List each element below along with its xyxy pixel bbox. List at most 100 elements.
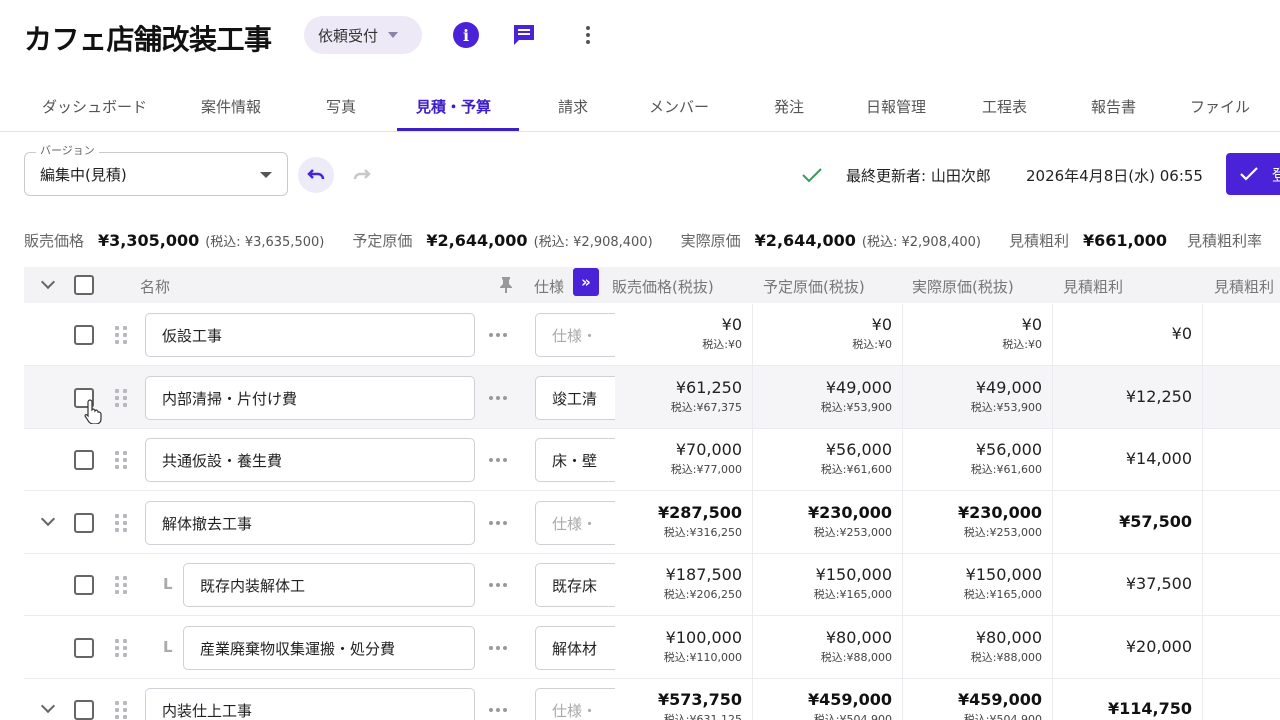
row-checkbox[interactable] (74, 450, 94, 470)
item-name-input[interactable]: 解体撤去工事 (145, 501, 475, 545)
profit-cell[interactable]: ¥20,000 (1052, 637, 1192, 656)
table-row[interactable]: ¥573,750 税込:¥631,125 ¥459,000 税込:¥504,90… (24, 679, 1280, 720)
actual-cell[interactable]: ¥80,000 税込:¥88,000 (902, 628, 1042, 665)
sales-cell[interactable]: ¥573,750 税込:¥631,125 (602, 690, 742, 720)
profit-cell[interactable]: ¥114,750 (1052, 699, 1192, 718)
planned-cell[interactable]: ¥56,000 税込:¥61,600 (752, 440, 892, 477)
spec-input[interactable]: 仕様・ (535, 688, 615, 720)
tab-schedule[interactable]: 工程表 (982, 96, 1027, 117)
sales-cell[interactable]: ¥100,000 税込:¥110,000 (602, 628, 742, 665)
drag-handle-icon[interactable] (115, 576, 127, 594)
more-horiz-icon[interactable] (489, 583, 507, 587)
status-dropdown[interactable]: 依頼受付 (304, 16, 422, 54)
sales-cell[interactable]: ¥0 税込:¥0 (602, 315, 742, 352)
select-all-checkbox[interactable] (74, 275, 94, 295)
profit-cell[interactable]: ¥0 (1052, 324, 1192, 343)
item-name-input[interactable]: 共通仮設・養生費 (145, 438, 475, 482)
drag-handle-icon[interactable] (115, 451, 127, 469)
drag-handle-icon[interactable] (115, 326, 127, 344)
chevron-down-icon[interactable] (40, 698, 56, 714)
sales-cell[interactable]: ¥187,500 税込:¥206,250 (602, 565, 742, 602)
planned-cell[interactable]: ¥0 税込:¥0 (752, 315, 892, 352)
actual-cell[interactable]: ¥0 税込:¥0 (902, 315, 1042, 352)
more-horiz-icon[interactable] (489, 521, 507, 525)
tab-daily-reports[interactable]: 日報管理 (866, 96, 926, 117)
row-checkbox[interactable] (74, 700, 94, 720)
actual-cell[interactable]: ¥459,000 税込:¥504,900 (902, 690, 1042, 720)
tab-billing[interactable]: 請求 (558, 96, 588, 117)
chat-icon[interactable] (511, 22, 537, 48)
more-horiz-icon[interactable] (489, 646, 507, 650)
last-updated-at: 2026年4月8日(水) 06:55 (1026, 167, 1203, 185)
more-vert-icon[interactable] (575, 22, 601, 48)
tab-orders[interactable]: 発注 (774, 96, 804, 117)
spec-input[interactable]: 既存床 (535, 563, 615, 607)
more-horiz-icon[interactable] (489, 458, 507, 462)
table-row[interactable]: ¥0 税込:¥0 ¥0 税込:¥0 ¥0 税込:¥0 ¥0 仮設工事 仕様・ (24, 304, 1280, 366)
row-checkbox[interactable] (74, 638, 94, 658)
row-checkbox[interactable] (74, 325, 94, 345)
expand-columns-button[interactable]: » (573, 268, 599, 296)
row-checkbox[interactable] (74, 513, 94, 533)
redo-button[interactable] (344, 157, 380, 193)
table-row[interactable]: ¥187,500 税込:¥206,250 ¥150,000 税込:¥165,00… (24, 554, 1280, 616)
tab-photos[interactable]: 写真 (326, 96, 356, 117)
item-name-input[interactable]: 仮設工事 (145, 313, 475, 357)
chevron-down-icon[interactable] (40, 511, 56, 527)
item-name: 解体撤去工事 (162, 514, 253, 533)
planned-cell[interactable]: ¥80,000 税込:¥88,000 (752, 628, 892, 665)
more-horiz-icon[interactable] (489, 396, 507, 400)
item-name-input[interactable]: 内装仕上工事 (145, 688, 475, 720)
column-divider (1202, 679, 1203, 720)
more-horiz-icon[interactable] (489, 708, 507, 712)
spec-input[interactable]: 解体材 (535, 626, 615, 670)
actual-cell[interactable]: ¥49,000 税込:¥53,900 (902, 378, 1042, 415)
tab-files[interactable]: ファイル (1190, 96, 1250, 117)
tab-members[interactable]: メンバー (649, 96, 709, 117)
pin-icon[interactable] (498, 276, 514, 294)
profit-amount: ¥57,500 (1119, 512, 1192, 531)
tab-reports[interactable]: 報告書 (1091, 96, 1136, 117)
planned-cell[interactable]: ¥459,000 税込:¥504,900 (752, 690, 892, 720)
planned-cell[interactable]: ¥230,000 税込:¥253,000 (752, 503, 892, 540)
drag-handle-icon[interactable] (115, 389, 127, 407)
sales-cell[interactable]: ¥61,250 税込:¥67,375 (602, 378, 742, 415)
drag-handle-icon[interactable] (115, 639, 127, 657)
tab-dashboard[interactable]: ダッシュボード (42, 96, 147, 117)
spec-input[interactable]: 竣工清 (535, 376, 615, 420)
table-row[interactable]: ¥287,500 税込:¥316,250 ¥230,000 税込:¥253,00… (24, 491, 1280, 554)
more-horiz-icon[interactable] (489, 333, 507, 337)
undo-button[interactable] (298, 157, 334, 193)
drag-handle-icon[interactable] (115, 701, 127, 719)
sales-cell[interactable]: ¥70,000 税込:¥77,000 (602, 440, 742, 477)
table-row[interactable]: ¥61,250 税込:¥67,375 ¥49,000 税込:¥53,900 ¥4… (24, 366, 1280, 429)
chevron-down-icon[interactable] (40, 274, 56, 290)
sales-tax-amount: 税込:¥0 (702, 338, 742, 351)
actual-cell[interactable]: ¥230,000 税込:¥253,000 (902, 503, 1042, 540)
actual-cell[interactable]: ¥56,000 税込:¥61,600 (902, 440, 1042, 477)
item-name-input[interactable]: 産業廃棄物収集運搬・処分費 (183, 626, 475, 670)
table-row[interactable]: ¥70,000 税込:¥77,000 ¥56,000 税込:¥61,600 ¥5… (24, 429, 1280, 491)
profit-cell[interactable]: ¥37,500 (1052, 574, 1192, 593)
profit-cell[interactable]: ¥12,250 (1052, 387, 1192, 406)
tab-estimate-budget[interactable]: 見積・予算 (416, 96, 491, 117)
save-button[interactable]: 登 (1226, 153, 1280, 195)
spec-input[interactable]: 仕様・ (535, 501, 615, 545)
profit-cell[interactable]: ¥14,000 (1052, 449, 1192, 468)
actual-amount: ¥49,000 (975, 378, 1042, 397)
item-name-input[interactable]: 内部清掃・片付け費 (145, 376, 475, 420)
actual-cell[interactable]: ¥150,000 税込:¥165,000 (902, 565, 1042, 602)
spec-input[interactable]: 床・壁 (535, 438, 615, 482)
profit-cell[interactable]: ¥57,500 (1052, 512, 1192, 531)
planned-cell[interactable]: ¥150,000 税込:¥165,000 (752, 565, 892, 602)
sales-cell[interactable]: ¥287,500 税込:¥316,250 (602, 503, 742, 540)
tab-project-info[interactable]: 案件情報 (201, 96, 261, 117)
spec-input[interactable]: 仕様・ (535, 313, 615, 357)
drag-handle-icon[interactable] (115, 514, 127, 532)
table-row[interactable]: ¥100,000 税込:¥110,000 ¥80,000 税込:¥88,000 … (24, 616, 1280, 679)
planned-cell[interactable]: ¥49,000 税込:¥53,900 (752, 378, 892, 415)
item-name-input[interactable]: 既存内装解体工 (183, 563, 475, 607)
info-icon[interactable]: i (453, 22, 479, 48)
item-name: 共通仮設・養生費 (162, 451, 283, 470)
row-checkbox[interactable] (74, 575, 94, 595)
